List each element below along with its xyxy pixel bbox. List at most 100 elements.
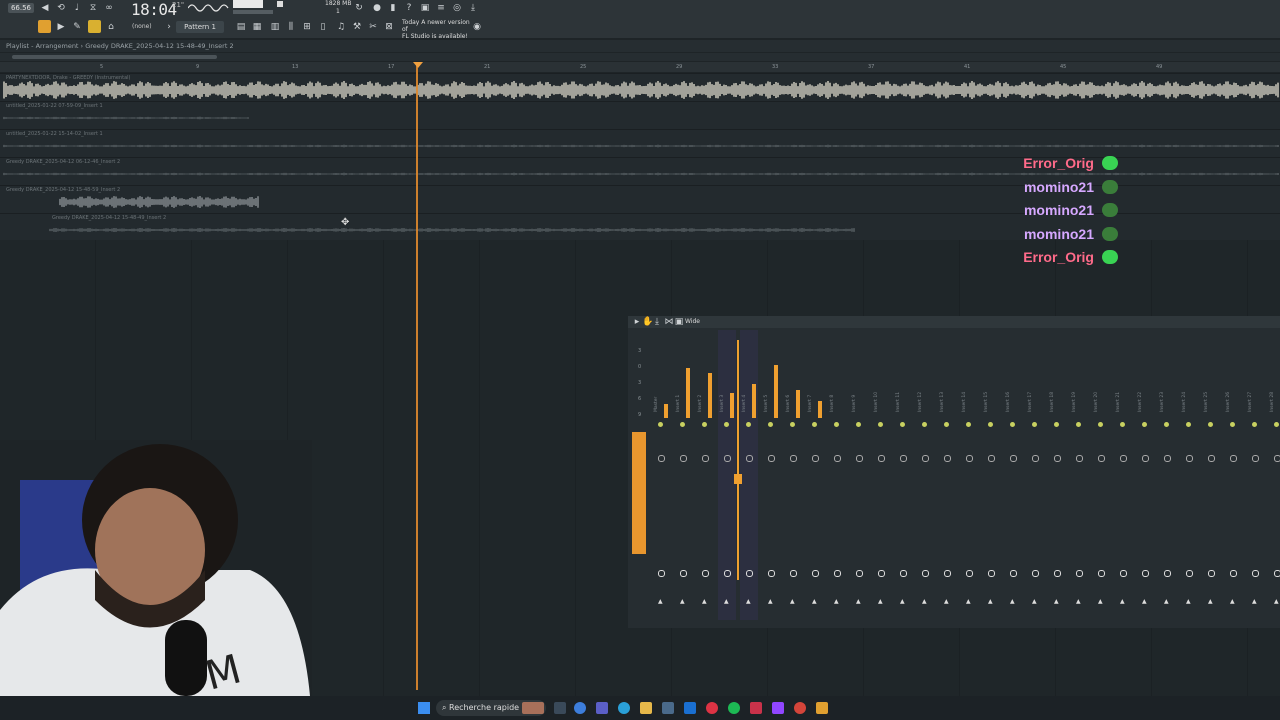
selected-fader-track[interactable] (737, 340, 739, 580)
song-position-clock[interactable]: 18:04 (131, 0, 177, 19)
mixer-pan-knob[interactable] (790, 422, 795, 427)
mixer-strip[interactable]: Insert 8 ▲ (828, 330, 846, 620)
chat-icon[interactable]: ◎ (452, 3, 462, 13)
pencil-icon[interactable]: ✎ (72, 22, 82, 32)
tools-icon[interactable]: ⚒ (352, 22, 362, 32)
route-arrow-icon[interactable]: ▲ (1010, 598, 1015, 605)
mixer-stereo-knob[interactable] (966, 455, 973, 462)
mixer-send-knob[interactable] (1164, 570, 1171, 577)
mixer-strip[interactable]: Insert 11 ▲ (894, 330, 912, 620)
mixer-strip[interactable]: Insert 12 ▲ (916, 330, 934, 620)
mixer-send-knob[interactable] (1230, 570, 1237, 577)
mixer-view-icon[interactable]: ⫼ (286, 22, 296, 32)
route-arrow-icon[interactable]: ▲ (834, 598, 839, 605)
piano-roll-icon[interactable]: ▦ (252, 22, 262, 32)
mixer-strip[interactable]: Insert 13 ▲ (938, 330, 956, 620)
mic-icon-2[interactable]: ▮ (388, 3, 398, 13)
route-arrow-icon[interactable]: ▲ (768, 598, 773, 605)
mixer-stereo-knob[interactable] (790, 455, 797, 462)
mixer-strip[interactable]: Insert 28 ▲ (1268, 330, 1280, 620)
mixer-stereo-knob[interactable] (1010, 455, 1017, 462)
file-explorer-icon[interactable] (640, 702, 652, 714)
mixer-send-knob[interactable] (812, 570, 819, 577)
mixer-stereo-knob[interactable] (1230, 455, 1237, 462)
scroll-thumb[interactable] (12, 55, 217, 59)
mixer-stereo-knob[interactable] (944, 455, 951, 462)
pattern-mode-button[interactable] (38, 20, 51, 33)
mixer-pan-knob[interactable] (1032, 422, 1037, 427)
mixer-send-knob[interactable] (900, 570, 907, 577)
mixer-header[interactable] (628, 316, 1280, 328)
mixer-stereo-knob[interactable] (1120, 455, 1127, 462)
chrome-icon[interactable] (706, 702, 718, 714)
play-icon[interactable]: ▶ (56, 22, 66, 32)
mixer-export-icon[interactable]: ⤓ (652, 317, 662, 327)
mixer-stereo-knob[interactable] (1252, 455, 1259, 462)
download-icon[interactable]: ⤓ (468, 3, 478, 13)
mixer-pan-knob[interactable] (1164, 422, 1169, 427)
stop-icon[interactable] (277, 1, 283, 7)
mixer-stereo-knob[interactable] (922, 455, 929, 462)
grid-icon[interactable]: ⊠ (384, 22, 394, 32)
mixer-strip[interactable]: Insert 23 ▲ (1158, 330, 1176, 620)
mixer-send-knob[interactable] (702, 570, 709, 577)
mixer-send-knob[interactable] (1208, 570, 1215, 577)
stamp-icon[interactable]: ⌂ (106, 22, 116, 32)
mixer-send-knob[interactable] (1076, 570, 1083, 577)
mixer-pan-knob[interactable] (1076, 422, 1081, 427)
mixer-strip[interactable]: Insert 24 ▲ (1180, 330, 1198, 620)
mixer-stereo-knob[interactable] (900, 455, 907, 462)
mixer-stereo-knob[interactable] (1076, 455, 1083, 462)
mixer-pan-knob[interactable] (812, 422, 817, 427)
mixer-send-knob[interactable] (658, 570, 665, 577)
mixer-stereo-knob[interactable] (1274, 455, 1280, 462)
teams-icon[interactable] (596, 702, 608, 714)
mixer-send-knob[interactable] (768, 570, 775, 577)
mixer-stereo-knob[interactable] (680, 455, 687, 462)
mixer-stereo-knob[interactable] (1032, 455, 1039, 462)
mixer-pan-knob[interactable] (1208, 422, 1213, 427)
mixer-stereo-knob[interactable] (856, 455, 863, 462)
route-arrow-icon[interactable]: ▲ (1098, 598, 1103, 605)
mic-icon[interactable]: ● (372, 3, 382, 13)
route-arrow-icon[interactable]: ▲ (746, 598, 751, 605)
loop-icon[interactable]: ⟲ (56, 3, 66, 13)
help-icon[interactable]: ? (404, 3, 414, 13)
metronome-icon[interactable]: ♩ (72, 3, 82, 13)
mixer-send-knob[interactable] (1032, 570, 1039, 577)
spotify-icon[interactable] (728, 702, 740, 714)
cut-icon[interactable]: ✂ (368, 22, 378, 32)
route-arrow-icon[interactable]: ▲ (900, 598, 905, 605)
outlook-icon[interactable] (684, 702, 696, 714)
mixer-pan-knob[interactable] (856, 422, 861, 427)
mixer-stereo-knob[interactable] (702, 455, 709, 462)
mixer-strip[interactable]: Insert 25 ▲ (1202, 330, 1220, 620)
mixer-strip[interactable]: Insert 16 ▲ (1004, 330, 1022, 620)
route-arrow-icon[interactable]: ▲ (1076, 598, 1081, 605)
mixer-strip[interactable]: Insert 1 ▲ (674, 330, 692, 620)
mixer-pan-knob[interactable] (922, 422, 927, 427)
mixer-stereo-knob[interactable] (812, 455, 819, 462)
mixer-pan-knob[interactable] (1252, 422, 1257, 427)
route-arrow-icon[interactable]: ▲ (1252, 598, 1257, 605)
mixer-pan-knob[interactable] (658, 422, 663, 427)
selected-fader-handle[interactable] (734, 474, 742, 484)
playhead-marker[interactable] (413, 62, 423, 68)
mixer-stereo-knob[interactable] (1186, 455, 1193, 462)
update-notice[interactable]: Today A newer version of FL Studio is av… (402, 19, 472, 40)
mixer-send-knob[interactable] (834, 570, 841, 577)
mixer-send-knob[interactable] (1120, 570, 1127, 577)
mixer-send-knob[interactable] (878, 570, 885, 577)
route-arrow-icon[interactable]: ▲ (966, 598, 971, 605)
task-view-icon[interactable] (554, 702, 566, 714)
playlist-track[interactable]: untitled_2025-01-22 15-14-02_Insert 1 (0, 129, 1280, 157)
route-arrow-icon[interactable]: ▲ (1208, 598, 1213, 605)
mixer-pan-knob[interactable] (1186, 422, 1191, 427)
web-icon[interactable]: ◉ (472, 22, 482, 32)
mixer-send-knob[interactable] (1142, 570, 1149, 577)
route-arrow-icon[interactable]: ▲ (658, 598, 663, 605)
route-arrow-icon[interactable]: ▲ (856, 598, 861, 605)
mixer-strip[interactable]: Insert 26 ▲ (1224, 330, 1242, 620)
route-arrow-icon[interactable]: ▲ (922, 598, 927, 605)
snap-selector[interactable]: (none) (132, 23, 152, 30)
